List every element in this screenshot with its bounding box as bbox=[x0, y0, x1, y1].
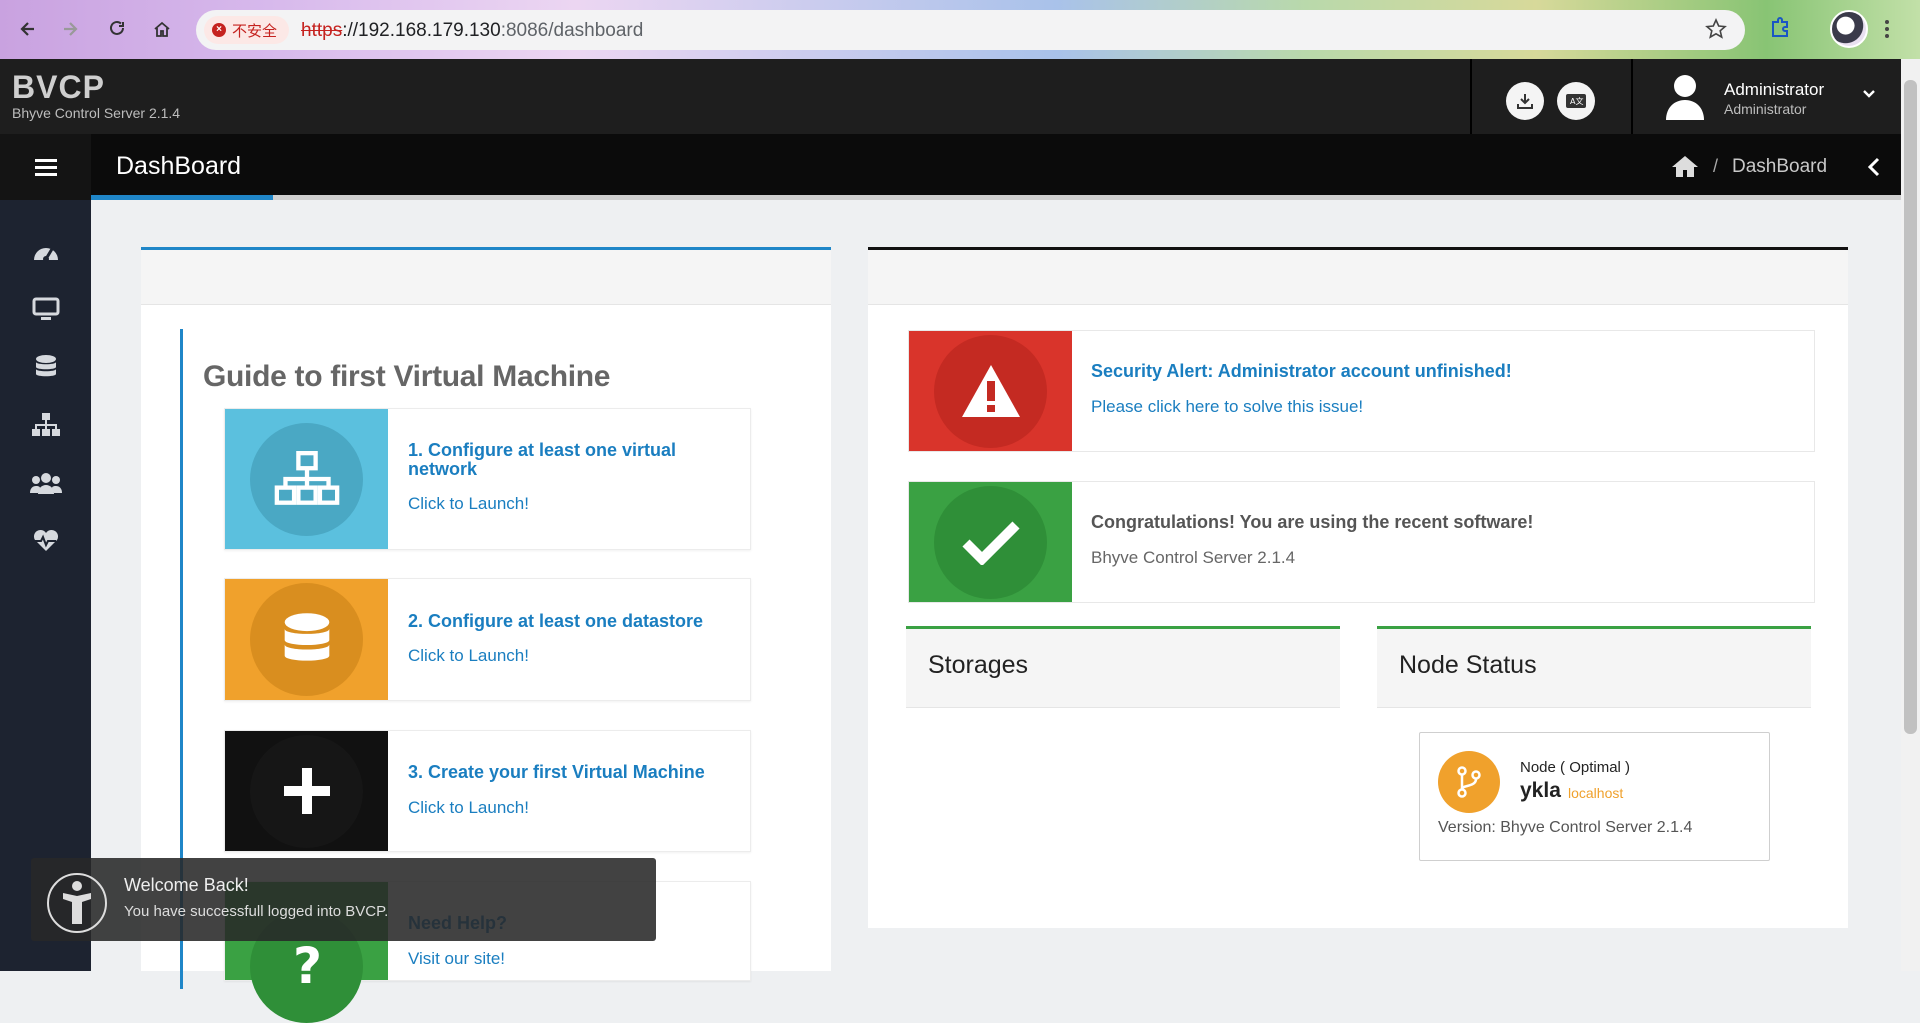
security-chip[interactable]: × 不安全 bbox=[204, 16, 290, 44]
language-icon: A文 bbox=[1566, 94, 1586, 108]
dashboard-gauge-icon bbox=[33, 248, 58, 262]
accessibility-person-icon bbox=[47, 873, 107, 933]
page-header: DashBoard / DashBoard bbox=[91, 134, 1901, 200]
brand-subtitle: Bhyve Control Server 2.1.4 bbox=[12, 105, 181, 121]
heartbeat-icon bbox=[33, 529, 58, 551]
alert-title: Congratulations! You are using the recen… bbox=[1091, 512, 1534, 532]
page-header-accent bbox=[91, 195, 273, 200]
step-title[interactable]: 1. Configure at least one virtual networ… bbox=[408, 441, 708, 479]
node-host: localhost bbox=[1568, 785, 1624, 801]
home-icon[interactable] bbox=[150, 17, 174, 41]
brand-logo: BVCP bbox=[12, 69, 105, 105]
step-launch-link[interactable]: Click to Launch! bbox=[408, 646, 529, 666]
alert-title[interactable]: Security Alert: Administrator account un… bbox=[1091, 361, 1512, 382]
toast-message: You have successfull logged into BVCP. bbox=[124, 903, 389, 920]
branch-icon bbox=[1438, 751, 1500, 813]
guide-step-network[interactable]: 1. Configure at least one virtual networ… bbox=[224, 408, 751, 550]
panel-header bbox=[141, 250, 831, 305]
node-card[interactable]: Node ( Optimal ) ykla localhost Version:… bbox=[1419, 732, 1770, 861]
bookmark-star-icon[interactable] bbox=[1705, 18, 1727, 40]
warning-triangle-icon bbox=[934, 334, 1047, 448]
url-text: https://192.168.179.130:8086/dashboard bbox=[301, 20, 644, 41]
svg-text:A文: A文 bbox=[1570, 96, 1583, 106]
step-launch-link[interactable]: Click to Launch! bbox=[408, 494, 529, 514]
sidebar-item-health[interactable] bbox=[0, 516, 91, 566]
forward-arrow-icon[interactable] bbox=[58, 17, 82, 41]
hamburger-icon bbox=[34, 159, 57, 176]
profile-avatar[interactable] bbox=[1830, 10, 1868, 48]
guide-title: Guide to first Virtual Machine bbox=[203, 360, 611, 393]
warning-circle-icon: × bbox=[212, 23, 226, 37]
back-arrow-icon[interactable] bbox=[16, 17, 40, 41]
menu-kebab-icon[interactable] bbox=[1884, 18, 1890, 40]
network-icon bbox=[31, 413, 60, 436]
download-icon bbox=[1517, 94, 1533, 109]
header-divider bbox=[1631, 59, 1633, 134]
panel-header bbox=[868, 250, 1848, 305]
alert-message[interactable]: Please click here to solve this issue! bbox=[1091, 397, 1363, 417]
step-title[interactable]: 2. Configure at least one datastore bbox=[408, 612, 708, 631]
extensions-icon[interactable] bbox=[1768, 16, 1792, 40]
scrollbar-thumb[interactable] bbox=[1904, 80, 1917, 734]
user-avatar-icon[interactable] bbox=[1664, 72, 1706, 122]
toast-title: Welcome Back! bbox=[124, 875, 249, 895]
user-name[interactable]: Administrator bbox=[1724, 80, 1824, 100]
language-button[interactable]: A文 bbox=[1557, 82, 1595, 120]
address-bar[interactable]: × 不安全 https://192.168.179.130:8086/dashb… bbox=[196, 10, 1745, 50]
plus-icon bbox=[250, 734, 363, 848]
sidebar-item-users[interactable] bbox=[0, 458, 91, 508]
download-button[interactable] bbox=[1506, 82, 1544, 120]
node-state: Node ( Optimal ) bbox=[1520, 759, 1631, 776]
alert-message: Bhyve Control Server 2.1.4 bbox=[1091, 548, 1296, 567]
sidebar-item-datastores[interactable] bbox=[0, 342, 91, 392]
monitor-icon bbox=[32, 297, 59, 320]
network-icon bbox=[250, 422, 363, 536]
sidebar-item-networks[interactable] bbox=[0, 400, 91, 450]
breadcrumb-home-icon[interactable] bbox=[1671, 154, 1699, 178]
step-title[interactable]: 3. Create your first Virtual Machine bbox=[408, 763, 728, 782]
update-status: Congratulations! You are using the recen… bbox=[908, 481, 1815, 603]
step-launch-link[interactable]: Click to Launch! bbox=[408, 798, 529, 818]
breadcrumb-separator: / bbox=[1713, 156, 1719, 176]
database-icon bbox=[35, 355, 56, 377]
users-icon bbox=[29, 473, 62, 494]
step-launch-link[interactable]: Visit our site! bbox=[408, 949, 505, 969]
database-icon bbox=[250, 583, 363, 696]
security-label: 不安全 bbox=[232, 22, 278, 40]
node-version: Version: Bhyve Control Server 2.1.4 bbox=[1438, 819, 1693, 836]
chevron-left-icon[interactable] bbox=[1867, 157, 1881, 177]
page-title: DashBoard bbox=[116, 152, 242, 180]
guide-step-datastore[interactable]: 2. Configure at least one datastore Clic… bbox=[224, 578, 751, 701]
sidebar-item-virtual-machines[interactable] bbox=[0, 284, 91, 334]
brand[interactable]: BVCP Bhyve Control Server 2.1.4 bbox=[12, 71, 180, 121]
svg-text:?: ? bbox=[293, 941, 322, 991]
security-alert[interactable]: Security Alert: Administrator account un… bbox=[908, 330, 1815, 452]
chevron-down-icon[interactable] bbox=[1862, 89, 1876, 99]
app-header: BVCP Bhyve Control Server 2.1.4 A文 Admin… bbox=[0, 59, 1901, 134]
sidebar-item-dashboard[interactable] bbox=[0, 226, 91, 276]
user-role: Administrator bbox=[1724, 101, 1807, 117]
storages-title: Storages bbox=[928, 651, 1029, 679]
guide-step-create-vm[interactable]: 3. Create your first Virtual Machine Cli… bbox=[224, 730, 751, 852]
browser-toolbar: × 不安全 https://192.168.179.130:8086/dashb… bbox=[0, 0, 1920, 59]
checkmark-icon bbox=[934, 485, 1047, 599]
sidebar-toggle-button[interactable] bbox=[0, 134, 91, 200]
storages-box: Storages bbox=[906, 626, 1340, 747]
breadcrumb-current: DashBoard bbox=[1732, 156, 1828, 177]
welcome-toast[interactable]: Welcome Back! You have successfull logge… bbox=[31, 858, 656, 941]
reload-icon[interactable] bbox=[105, 17, 129, 41]
header-divider bbox=[1470, 59, 1472, 134]
sidebar bbox=[0, 134, 91, 971]
node-name: ykla bbox=[1520, 779, 1561, 802]
node-status-title: Node Status bbox=[1399, 651, 1537, 679]
